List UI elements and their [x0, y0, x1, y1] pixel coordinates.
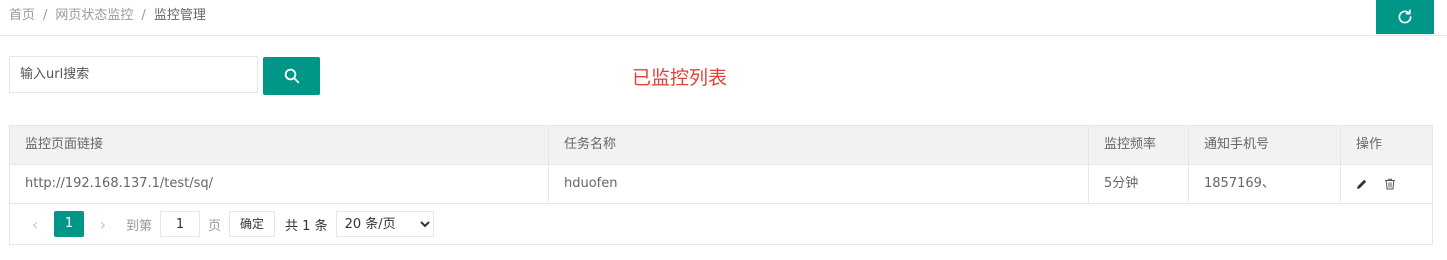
column-header-phone: 通知手机号 — [1189, 126, 1341, 164]
breadcrumb: 首页 / 网页状态监控 / 监控管理 — [9, 0, 206, 32]
edit-icon[interactable] — [1356, 178, 1368, 190]
table-row: http://192.168.137.1/test/sq/ hduofen 5分… — [10, 165, 1432, 204]
column-header-actions: 操作 — [1356, 137, 1383, 152]
cell-task: hduofen — [549, 165, 1089, 203]
cell-frequency: 5分钟 — [1089, 165, 1189, 203]
search-input[interactable] — [9, 56, 258, 93]
breadcrumb-home[interactable]: 首页 — [9, 8, 35, 23]
goto-label: 到第 — [126, 218, 153, 234]
breadcrumb-page-monitor[interactable]: 网页状态监控 — [55, 8, 133, 23]
cell-actions — [1341, 165, 1432, 203]
page-suffix-label: 页 — [208, 218, 222, 234]
prev-page-button[interactable]: ‹ — [20, 215, 50, 234]
search-button[interactable] — [263, 57, 320, 95]
goto-page-input[interactable] — [160, 211, 201, 237]
cell-phone: 1857169、 — [1189, 165, 1341, 203]
table-header: 监控页面链接 任务名称 监控频率 通知手机号 操作 — [10, 126, 1432, 165]
refresh-icon — [1398, 9, 1412, 24]
top-bar: 首页 / 网页状态监控 / 监控管理 — [0, 0, 1447, 36]
breadcrumb-separator: / — [141, 8, 146, 23]
column-header-frequency: 监控频率 — [1089, 126, 1189, 164]
page-size-select[interactable]: 20 条/页 — [335, 211, 434, 237]
monitor-table: 监控页面链接 任务名称 监控频率 通知手机号 操作 http://192.168… — [9, 125, 1433, 245]
goto-confirm-button[interactable]: 确定 — [229, 211, 276, 237]
total-count: 共 1 条 — [285, 218, 328, 234]
page-number-current[interactable]: 1 — [54, 211, 84, 237]
cell-url: http://192.168.137.1/test/sq/ — [10, 165, 549, 203]
refresh-button[interactable] — [1376, 0, 1434, 34]
search-icon — [284, 68, 299, 84]
column-header-url: 监控页面链接 — [10, 126, 549, 164]
breadcrumb-separator: / — [43, 8, 48, 23]
delete-icon[interactable] — [1384, 178, 1396, 190]
next-page-button[interactable]: › — [88, 215, 118, 234]
pagination: ‹ 1 › 到第 页 确定 共 1 条 20 条/页 — [10, 204, 1432, 244]
column-header-task: 任务名称 — [549, 126, 1089, 164]
list-title: 已监控列表 — [632, 67, 728, 89]
breadcrumb-current: 监控管理 — [153, 8, 206, 23]
